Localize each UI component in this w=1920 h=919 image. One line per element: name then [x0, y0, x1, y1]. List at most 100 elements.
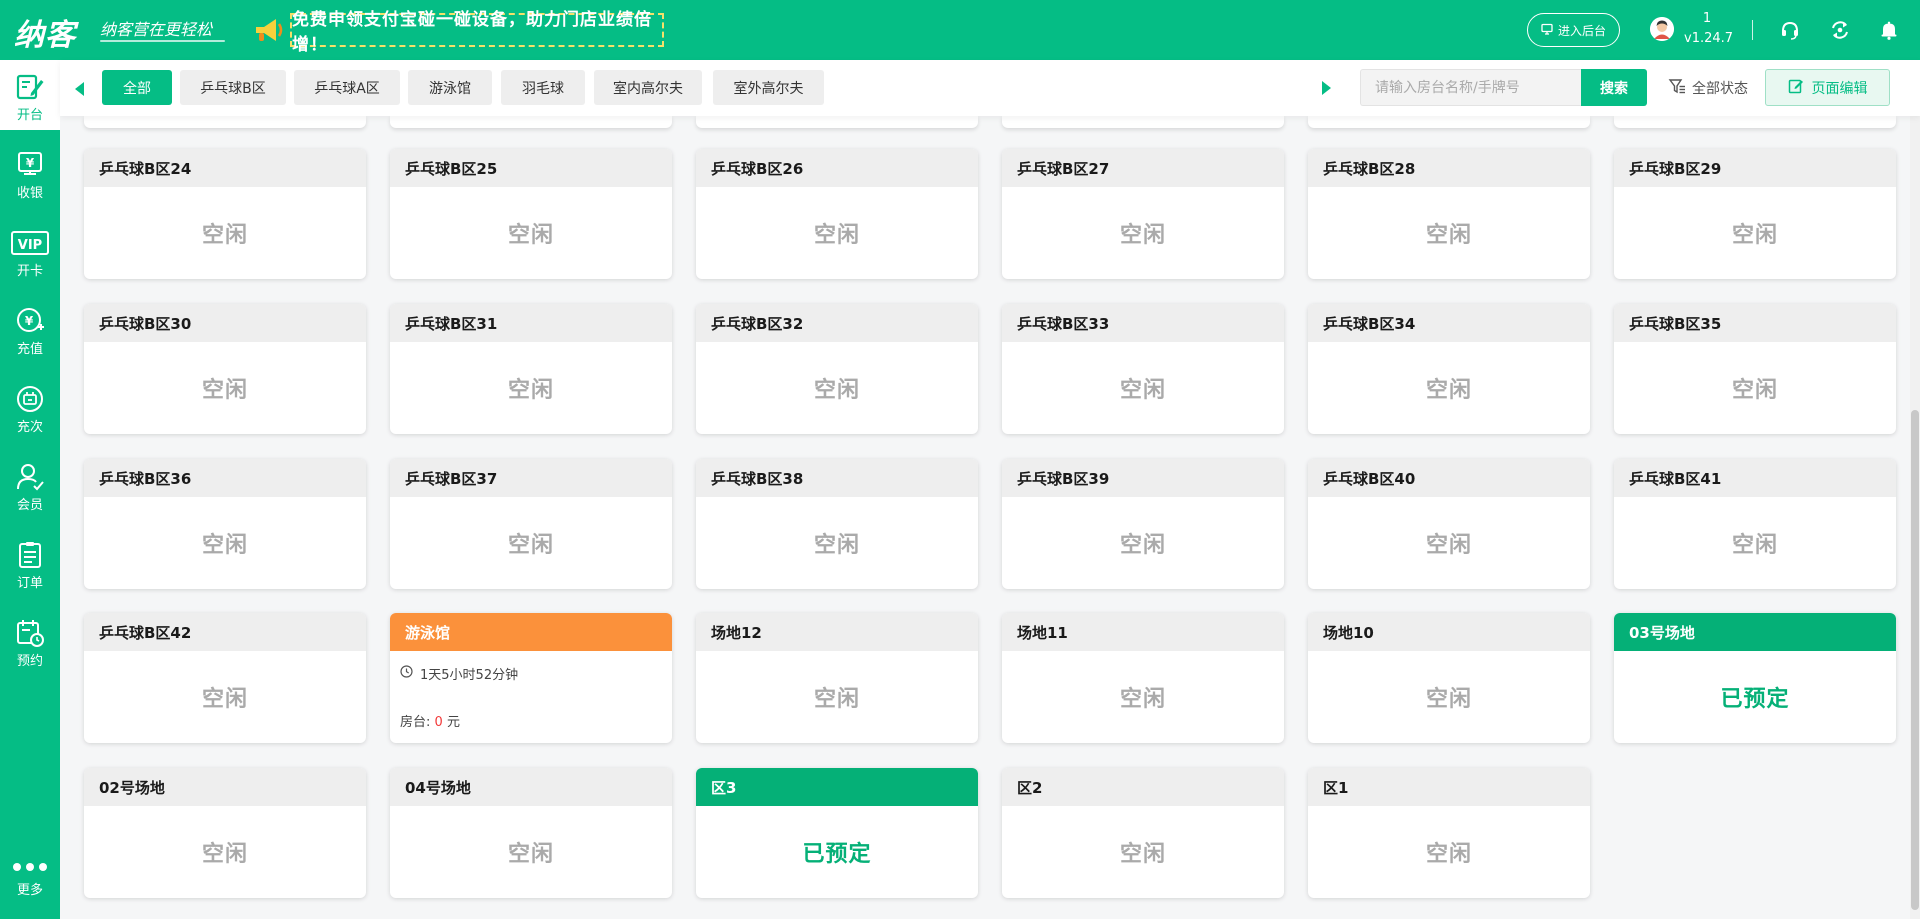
search-input[interactable] — [1360, 69, 1582, 106]
room-card[interactable]: 乒乓球B区35 空闲 — [1614, 304, 1896, 434]
room-card[interactable]: 03号场地 已预定 — [1614, 613, 1896, 743]
room-grid: 乒乓球B区24 空闲 乒乓球B区25 空闲 乒乓球B区26 空闲 乒乓球B区27 空闲 乒乓球B… — [60, 116, 1920, 919]
room-card-partial[interactable] — [1002, 116, 1284, 128]
search-button[interactable]: 搜索 — [1581, 69, 1647, 106]
enter-backend-button[interactable]: 进入后台 — [1527, 13, 1620, 47]
room-card-partial[interactable] — [390, 116, 672, 128]
header-divider — [1752, 20, 1753, 40]
room-card[interactable]: 乒乓球B区25 空闲 — [390, 149, 672, 279]
room-card[interactable]: 乒乓球B区33 空闲 — [1002, 304, 1284, 434]
room-card[interactable]: 乒乓球B区40 空闲 — [1308, 459, 1590, 589]
sync-icon[interactable] — [1828, 18, 1852, 42]
room-status: 空闲 — [507, 533, 554, 558]
scroll-right-arrow-icon[interactable] — [1322, 81, 1331, 95]
tab-badminton[interactable]: 羽毛球 — [501, 70, 585, 105]
left-sidebar: 开台 ¥ 收银 VIP 开卡 ¥ 充值 充次 会员 订单 预约 更多 — [0, 60, 60, 919]
sidebar-item-reservation[interactable]: 预约 — [0, 606, 60, 676]
room-status: 已预定 — [802, 842, 872, 867]
room-card[interactable]: 区1 空闲 — [1308, 768, 1590, 898]
room-fee: 房台: 0 元 — [400, 711, 662, 730]
room-card-partial[interactable] — [1308, 116, 1590, 128]
member-icon — [17, 464, 44, 491]
room-card[interactable]: 乒乓球B区30 空闲 — [84, 304, 366, 434]
room-status: 空闲 — [1119, 687, 1166, 712]
usage-duration: 1天5小时52分钟 — [400, 664, 662, 683]
promo-banner[interactable]: 免费申领支付宝碰一碰设备，助力门店业绩倍增！ — [290, 10, 664, 55]
tab-outdoor-golf[interactable]: 室外高尔夫 — [713, 70, 824, 105]
room-name: 乒乓球B区28 — [1308, 149, 1590, 187]
sidebar-item-member[interactable]: 会员 — [0, 450, 60, 520]
room-name: 乒乓球B区29 — [1614, 149, 1896, 187]
room-name: 场地11 — [1002, 613, 1284, 651]
sidebar-item-recharge[interactable]: ¥ 充值 — [0, 294, 60, 364]
room-status: 空闲 — [201, 533, 248, 558]
room-card[interactable]: 乒乓球B区38 空闲 — [696, 459, 978, 589]
room-card-partial[interactable] — [1614, 116, 1896, 128]
sidebar-item-open-card[interactable]: VIP 开卡 — [0, 216, 60, 286]
reservation-icon — [17, 620, 44, 647]
sidebar-item-recharge-times[interactable]: 充次 — [0, 372, 60, 442]
tab-all[interactable]: 全部 — [102, 70, 172, 105]
room-card[interactable]: 乒乓球B区39 空闲 — [1002, 459, 1284, 589]
scroll-left-arrow-icon[interactable] — [75, 82, 84, 96]
room-status: 空闲 — [201, 378, 248, 403]
customer-service-icon[interactable] — [1778, 18, 1802, 42]
scrollbar-thumb[interactable] — [1911, 410, 1919, 910]
room-card[interactable]: 乒乓球B区31 空闲 — [390, 304, 672, 434]
room-card[interactable]: 乒乓球B区28 空闲 — [1308, 149, 1590, 279]
room-card[interactable]: 区2 空闲 — [1002, 768, 1284, 898]
room-card-partial[interactable] — [696, 116, 978, 128]
sidebar-item-orders[interactable]: 订单 — [0, 528, 60, 598]
room-card[interactable]: 乒乓球B区41 空闲 — [1614, 459, 1896, 589]
room-name: 乒乓球B区25 — [390, 149, 672, 187]
room-card[interactable]: 02号场地 空闲 — [84, 768, 366, 898]
room-status: 空闲 — [813, 378, 860, 403]
room-status: 空闲 — [1119, 223, 1166, 248]
sidebar-more[interactable]: 更多 — [0, 853, 60, 919]
room-name: 乒乓球B区36 — [84, 459, 366, 497]
room-status: 空闲 — [1425, 378, 1472, 403]
sidebar-item-label: 预约 — [16, 654, 43, 669]
room-card[interactable]: 乒乓球B区36 空闲 — [84, 459, 366, 589]
page-edit-button[interactable]: 页面编辑 — [1765, 69, 1890, 106]
room-card[interactable]: 场地11 空闲 — [1002, 613, 1284, 743]
room-status: 空闲 — [201, 687, 248, 712]
bell-icon[interactable] — [1877, 18, 1901, 42]
room-card[interactable]: 乒乓球B区37 空闲 — [390, 459, 672, 589]
sidebar-item-label: 充值 — [16, 342, 43, 357]
room-card[interactable]: 乒乓球B区34 空闲 — [1308, 304, 1590, 434]
sidebar-item-open-table[interactable]: 开台 — [0, 60, 60, 130]
open-table-icon — [16, 74, 44, 100]
room-card[interactable]: 乒乓球B区24 空闲 — [84, 149, 366, 279]
room-card[interactable]: 乒乓球B区42 空闲 — [84, 613, 366, 743]
room-card[interactable]: 场地12 空闲 — [696, 613, 978, 743]
filter-icon — [1668, 77, 1686, 99]
tab-swimming[interactable]: 游泳馆 — [408, 70, 492, 105]
page-edit-label: 页面编辑 — [1811, 80, 1868, 97]
room-card-partial[interactable] — [84, 116, 366, 128]
tab-pingpong-b[interactable]: 乒乓球B区 — [180, 70, 286, 105]
user-avatar[interactable] — [1650, 17, 1674, 41]
monitor-icon — [1541, 23, 1553, 38]
room-status: 空闲 — [1731, 533, 1778, 558]
room-card[interactable]: 游泳馆 1天5小时52分钟 房台: 0 元 — [390, 613, 672, 743]
room-card[interactable]: 场地10 空闲 — [1308, 613, 1590, 743]
room-name: 乒乓球B区34 — [1308, 304, 1590, 342]
room-card[interactable]: 04号场地 空闲 — [390, 768, 672, 898]
sidebar-item-cashier[interactable]: ¥ 收银 — [0, 138, 60, 208]
fee-unit: 元 — [446, 715, 460, 730]
room-card[interactable]: 乒乓球B区32 空闲 — [696, 304, 978, 434]
room-name: 区3 — [696, 768, 978, 806]
room-status: 空闲 — [813, 223, 860, 248]
room-card[interactable]: 乒乓球B区26 空闲 — [696, 149, 978, 279]
room-card[interactable]: 乒乓球B区29 空闲 — [1614, 149, 1896, 279]
room-status: 空闲 — [507, 223, 554, 248]
room-name: 乒乓球B区33 — [1002, 304, 1284, 342]
status-filter[interactable]: 全部状态 — [1668, 77, 1748, 99]
tab-pingpong-a[interactable]: 乒乓球A区 — [294, 70, 400, 105]
app-logo[interactable]: 纳客 — [14, 10, 76, 54]
tab-indoor-golf[interactable]: 室内高尔夫 — [594, 70, 702, 105]
room-card[interactable]: 乒乓球B区27 空闲 — [1002, 149, 1284, 279]
room-status: 空闲 — [507, 378, 554, 403]
room-card[interactable]: 区3 已预定 — [696, 768, 978, 898]
